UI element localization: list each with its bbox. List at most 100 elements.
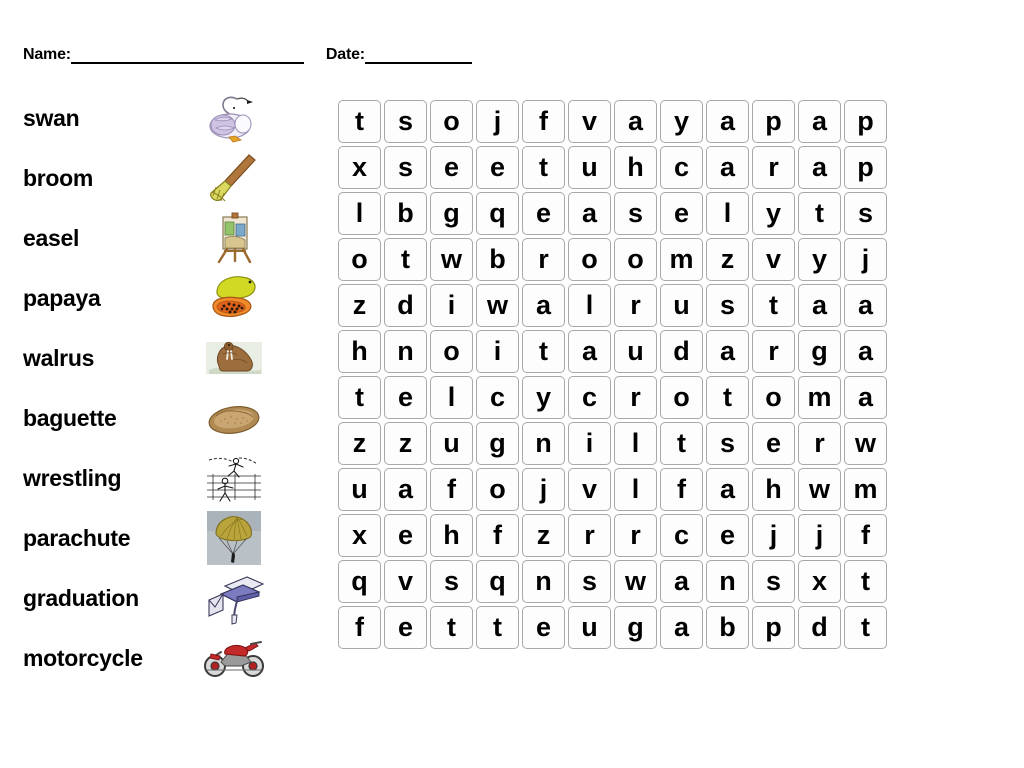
word-search-grid[interactable]: tsojfvayapapxseetuhcaraplbgqeaselytsotwb…: [338, 100, 887, 649]
grid-cell[interactable]: t: [844, 560, 887, 603]
grid-cell[interactable]: u: [568, 146, 611, 189]
grid-cell[interactable]: z: [338, 284, 381, 327]
grid-cell[interactable]: e: [476, 146, 519, 189]
grid-cell[interactable]: t: [798, 192, 841, 235]
grid-cell[interactable]: a: [522, 284, 565, 327]
grid-cell[interactable]: s: [844, 192, 887, 235]
grid-cell[interactable]: w: [476, 284, 519, 327]
grid-cell[interactable]: h: [752, 468, 795, 511]
grid-cell[interactable]: l: [568, 284, 611, 327]
grid-cell[interactable]: t: [522, 146, 565, 189]
grid-cell[interactable]: t: [430, 606, 473, 649]
grid-cell[interactable]: x: [798, 560, 841, 603]
grid-cell[interactable]: r: [522, 238, 565, 281]
grid-cell[interactable]: t: [752, 284, 795, 327]
grid-cell[interactable]: u: [568, 606, 611, 649]
grid-cell[interactable]: o: [338, 238, 381, 281]
grid-cell[interactable]: s: [752, 560, 795, 603]
grid-cell[interactable]: z: [522, 514, 565, 557]
grid-cell[interactable]: t: [338, 100, 381, 143]
grid-cell[interactable]: y: [752, 192, 795, 235]
grid-cell[interactable]: a: [660, 606, 703, 649]
grid-cell[interactable]: b: [476, 238, 519, 281]
grid-cell[interactable]: c: [660, 514, 703, 557]
grid-cell[interactable]: f: [844, 514, 887, 557]
grid-cell[interactable]: s: [614, 192, 657, 235]
grid-cell[interactable]: a: [614, 100, 657, 143]
grid-cell[interactable]: l: [706, 192, 749, 235]
grid-cell[interactable]: n: [706, 560, 749, 603]
grid-cell[interactable]: p: [844, 100, 887, 143]
grid-cell[interactable]: o: [476, 468, 519, 511]
grid-cell[interactable]: s: [384, 146, 427, 189]
grid-cell[interactable]: f: [338, 606, 381, 649]
grid-cell[interactable]: m: [798, 376, 841, 419]
grid-cell[interactable]: f: [660, 468, 703, 511]
grid-cell[interactable]: n: [384, 330, 427, 373]
grid-cell[interactable]: r: [614, 284, 657, 327]
grid-cell[interactable]: o: [614, 238, 657, 281]
grid-cell[interactable]: z: [384, 422, 427, 465]
grid-cell[interactable]: r: [798, 422, 841, 465]
grid-cell[interactable]: n: [522, 422, 565, 465]
grid-cell[interactable]: s: [706, 422, 749, 465]
grid-cell[interactable]: r: [752, 146, 795, 189]
grid-cell[interactable]: h: [430, 514, 473, 557]
grid-cell[interactable]: a: [706, 468, 749, 511]
grid-cell[interactable]: e: [384, 514, 427, 557]
grid-cell[interactable]: a: [798, 146, 841, 189]
grid-cell[interactable]: t: [844, 606, 887, 649]
grid-cell[interactable]: g: [476, 422, 519, 465]
grid-cell[interactable]: g: [798, 330, 841, 373]
grid-cell[interactable]: n: [522, 560, 565, 603]
grid-cell[interactable]: i: [568, 422, 611, 465]
grid-cell[interactable]: z: [338, 422, 381, 465]
grid-cell[interactable]: t: [338, 376, 381, 419]
grid-cell[interactable]: a: [844, 284, 887, 327]
grid-cell[interactable]: j: [844, 238, 887, 281]
grid-cell[interactable]: y: [798, 238, 841, 281]
grid-cell[interactable]: x: [338, 514, 381, 557]
grid-cell[interactable]: u: [660, 284, 703, 327]
grid-cell[interactable]: a: [706, 100, 749, 143]
grid-cell[interactable]: d: [384, 284, 427, 327]
grid-cell[interactable]: m: [660, 238, 703, 281]
grid-cell[interactable]: u: [430, 422, 473, 465]
grid-cell[interactable]: i: [430, 284, 473, 327]
grid-cell[interactable]: a: [844, 330, 887, 373]
grid-cell[interactable]: t: [384, 238, 427, 281]
grid-cell[interactable]: e: [660, 192, 703, 235]
grid-cell[interactable]: l: [338, 192, 381, 235]
grid-cell[interactable]: s: [706, 284, 749, 327]
grid-cell[interactable]: f: [476, 514, 519, 557]
grid-cell[interactable]: a: [660, 560, 703, 603]
name-input-line[interactable]: [70, 47, 304, 64]
grid-cell[interactable]: c: [476, 376, 519, 419]
grid-cell[interactable]: p: [752, 606, 795, 649]
grid-cell[interactable]: e: [706, 514, 749, 557]
grid-cell[interactable]: j: [522, 468, 565, 511]
grid-cell[interactable]: f: [430, 468, 473, 511]
grid-cell[interactable]: q: [476, 192, 519, 235]
grid-cell[interactable]: m: [844, 468, 887, 511]
grid-cell[interactable]: u: [338, 468, 381, 511]
grid-cell[interactable]: u: [614, 330, 657, 373]
grid-cell[interactable]: s: [384, 100, 427, 143]
grid-cell[interactable]: t: [660, 422, 703, 465]
grid-cell[interactable]: l: [614, 422, 657, 465]
grid-cell[interactable]: b: [706, 606, 749, 649]
grid-cell[interactable]: b: [384, 192, 427, 235]
grid-cell[interactable]: a: [798, 284, 841, 327]
grid-cell[interactable]: e: [430, 146, 473, 189]
grid-cell[interactable]: w: [844, 422, 887, 465]
grid-cell[interactable]: f: [522, 100, 565, 143]
grid-cell[interactable]: r: [614, 514, 657, 557]
grid-cell[interactable]: v: [568, 100, 611, 143]
grid-cell[interactable]: x: [338, 146, 381, 189]
grid-cell[interactable]: r: [752, 330, 795, 373]
grid-cell[interactable]: o: [660, 376, 703, 419]
grid-cell[interactable]: v: [568, 468, 611, 511]
grid-cell[interactable]: l: [430, 376, 473, 419]
grid-cell[interactable]: t: [522, 330, 565, 373]
grid-cell[interactable]: a: [384, 468, 427, 511]
